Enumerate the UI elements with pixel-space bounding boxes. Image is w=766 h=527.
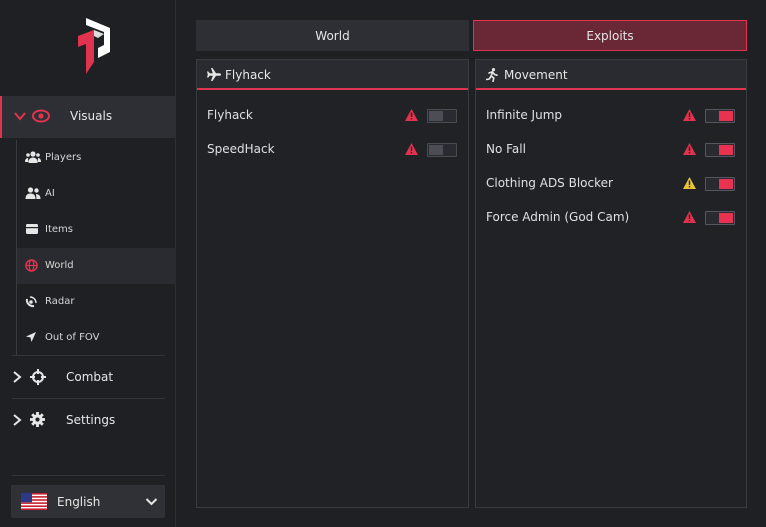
box-icon	[26, 224, 38, 234]
option-row: Clothing ADS Blocker	[476, 174, 746, 194]
toggle-knob	[719, 213, 733, 223]
location-arrow-icon	[26, 332, 36, 342]
sidebar-item-ai[interactable]: AI	[16, 176, 176, 212]
users-icon	[25, 151, 41, 163]
globe-icon	[25, 259, 38, 272]
crosshair-icon	[30, 369, 46, 385]
sidebar-item-label: Items	[45, 224, 73, 235]
warning-icon	[405, 109, 418, 121]
divider	[12, 475, 165, 476]
chevron-right-icon	[13, 371, 22, 383]
toggle-knob	[429, 145, 443, 155]
nav-settings[interactable]: Settings	[0, 399, 176, 441]
panel-header: Flyhack	[197, 60, 468, 90]
tab-world[interactable]: World	[196, 20, 469, 51]
clothing-ads-blocker-toggle[interactable]	[705, 177, 735, 191]
option-row: SpeedHack	[197, 140, 468, 160]
sidebar-item-world[interactable]: World	[16, 248, 176, 284]
running-icon	[486, 68, 498, 82]
panel-title: Movement	[504, 68, 568, 82]
gear-icon	[30, 412, 45, 427]
sidebar-item-label: AI	[45, 188, 55, 199]
toggle-knob	[719, 111, 733, 121]
force-admin-toggle[interactable]	[705, 211, 735, 225]
flyhack-panel: Flyhack Flyhack SpeedHack	[196, 59, 469, 508]
toggle-knob	[429, 111, 443, 121]
no-fall-toggle[interactable]	[705, 143, 735, 157]
option-row: Force Admin (God Cam)	[476, 208, 746, 228]
us-flag-icon	[21, 493, 47, 510]
nav-visuals[interactable]: Visuals	[0, 96, 176, 138]
warning-icon	[683, 177, 696, 189]
option-label: Clothing ADS Blocker	[486, 176, 613, 190]
warning-icon	[683, 109, 696, 121]
language-label: English	[57, 495, 101, 509]
toggle-knob	[719, 179, 733, 189]
option-row: Infinite Jump	[476, 106, 746, 126]
app-logo	[78, 18, 110, 74]
sidebar: Visuals Players AI Items World Radar Out…	[0, 0, 176, 527]
infinite-jump-toggle[interactable]	[705, 109, 735, 123]
movement-panel: Movement Infinite Jump No Fall Clothing …	[475, 59, 747, 508]
nav-combat-label: Combat	[66, 370, 114, 384]
warning-icon	[683, 211, 696, 223]
toggle-knob	[719, 145, 733, 155]
sidebar-item-radar[interactable]: Radar	[16, 284, 176, 320]
option-label: Infinite Jump	[486, 108, 562, 122]
speedhack-toggle[interactable]	[427, 143, 457, 157]
plane-icon	[207, 68, 221, 81]
flyhack-toggle[interactable]	[427, 109, 457, 123]
option-row: No Fall	[476, 140, 746, 160]
option-row: Flyhack	[197, 106, 468, 126]
warning-icon	[683, 143, 696, 155]
panel-title: Flyhack	[225, 68, 271, 82]
option-label: No Fall	[486, 142, 526, 156]
panel-header: Movement	[476, 60, 746, 90]
option-label: Force Admin (God Cam)	[486, 210, 630, 224]
option-label: Flyhack	[207, 108, 253, 122]
option-label: SpeedHack	[207, 142, 275, 156]
nav-combat[interactable]: Combat	[0, 356, 176, 398]
warning-icon	[405, 143, 418, 155]
sidebar-item-players[interactable]: Players	[16, 140, 176, 176]
sidebar-item-label: Out of FOV	[45, 332, 100, 343]
user-group-icon	[25, 187, 41, 199]
radar-icon	[25, 296, 37, 308]
tab-exploits[interactable]: Exploits	[473, 20, 747, 51]
nav-settings-label: Settings	[66, 413, 116, 427]
chevron-right-icon	[13, 414, 22, 426]
sidebar-item-label: Radar	[45, 296, 75, 307]
sidebar-item-items[interactable]: Items	[16, 212, 176, 248]
eye-icon	[32, 109, 50, 123]
chevron-down-icon	[14, 112, 26, 121]
chevron-down-icon	[145, 498, 158, 506]
language-select[interactable]: English	[11, 485, 165, 518]
sidebar-item-label: Players	[45, 152, 82, 163]
sidebar-item-out-of-fov[interactable]: Out of FOV	[16, 320, 176, 356]
sidebar-item-label: World	[45, 260, 74, 271]
nav-visuals-label: Visuals	[70, 109, 113, 123]
